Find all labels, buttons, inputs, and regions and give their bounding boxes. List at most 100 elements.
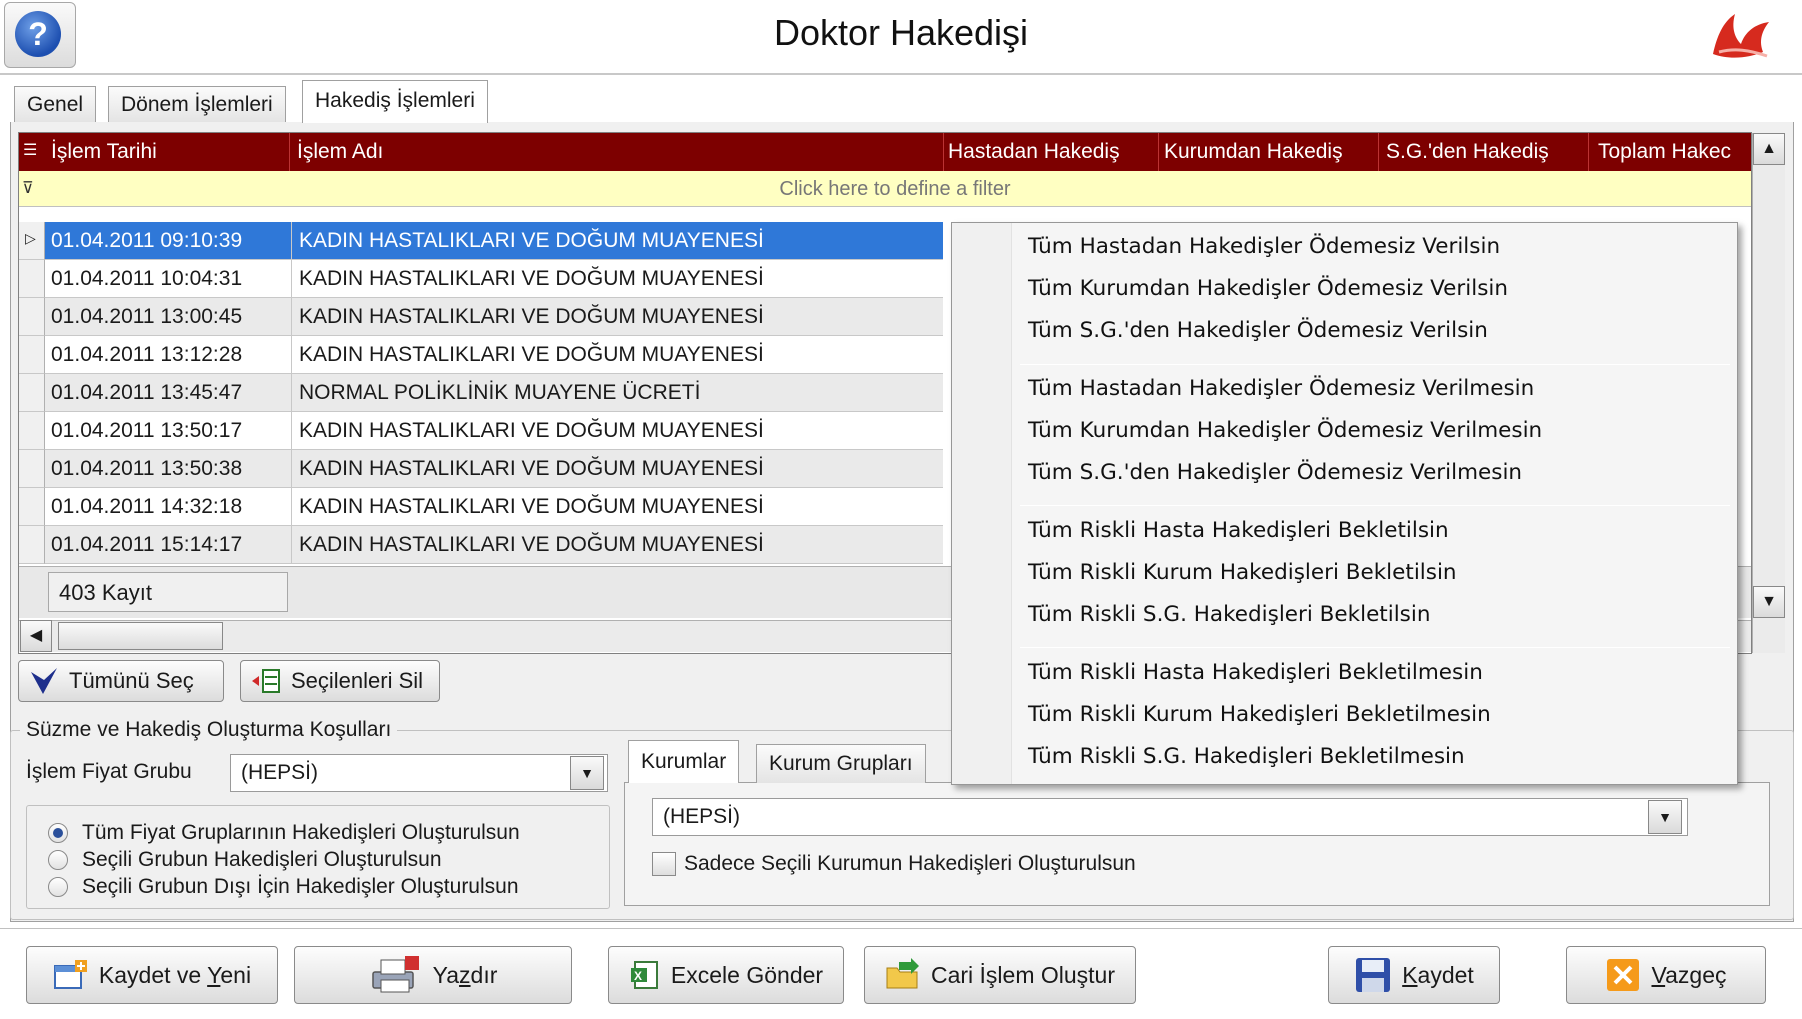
menu-separator [1020, 647, 1730, 648]
label-part: Ya [432, 961, 460, 988]
header-separator [0, 73, 1802, 75]
menu-item-riskli-sg-bekletilsin[interactable]: Tüm Riskli S.G. Hakedişleri Bekletilsin [1028, 596, 1728, 634]
context-menu-gutter [952, 223, 1012, 784]
row-indicator[interactable] [19, 412, 45, 450]
price-group-combo[interactable]: (HEPSİ) [230, 754, 608, 792]
row-indicator[interactable] [19, 488, 45, 526]
cancel-button[interactable]: Vazgeç [1566, 946, 1766, 1004]
table-row[interactable]: 01.04.2011 13:12:28 KADIN HASTALIKLARI V… [45, 336, 943, 374]
menu-item-riskli-sg-bekletilmesin[interactable]: Tüm Riskli S.G. Hakedişleri Bekletilmesi… [1028, 738, 1728, 776]
cell-divider [291, 488, 292, 526]
column-hastadan-hakedis[interactable]: Hastadan Hakediş [948, 133, 1153, 171]
radio-outside-selected-group[interactable] [48, 877, 68, 897]
column-chooser-icon[interactable]: ☰ [23, 140, 39, 162]
header-divider [1158, 133, 1159, 171]
scroll-left-icon[interactable]: ◀ [20, 620, 52, 652]
cell-date: 01.04.2011 13:50:17 [51, 419, 243, 442]
table-row[interactable]: 01.04.2011 13:00:45 KADIN HASTALIKLARI V… [45, 298, 943, 336]
radio-all-price-groups-label[interactable]: Tüm Fiyat Gruplarının Hakedişleri Oluştu… [82, 821, 520, 845]
cell-date: 01.04.2011 13:00:45 [51, 305, 243, 328]
create-cari-transaction-button[interactable]: Cari İşlem Oluştur [864, 946, 1136, 1004]
record-count: 403 Kayıt [48, 572, 288, 612]
table-row[interactable]: 01.04.2011 13:50:38 KADIN HASTALIKLARI V… [45, 450, 943, 488]
header-divider [289, 133, 290, 171]
column-islem-tarihi[interactable]: İşlem Tarihi [51, 133, 291, 171]
table-row[interactable]: 01.04.2011 13:50:17 KADIN HASTALIKLARI V… [45, 412, 943, 450]
menu-item-kurumdan-odemesiz-verilmesin[interactable]: Tüm Kurumdan Hakedişler Ödemesiz Verilme… [1028, 412, 1728, 450]
cell-name: NORMAL POLİKLİNİK MUAYENE ÜCRETİ [299, 381, 701, 404]
only-selected-label[interactable]: Sadece Seçili Kurumun Hakedişleri Oluştu… [684, 852, 1136, 876]
cell-date: 01.04.2011 13:12:28 [51, 343, 243, 366]
filter-placeholder[interactable]: Click here to define a filter [40, 171, 1750, 207]
cell-name: KADIN HASTALIKLARI VE DOĞUM MUAYENESİ [299, 267, 764, 290]
cell-divider [291, 412, 292, 450]
row-indicator[interactable] [19, 526, 45, 564]
row-indicator[interactable]: ▷ [19, 222, 45, 260]
table-row[interactable]: 01.04.2011 10:04:31 KADIN HASTALIKLARI V… [45, 260, 943, 298]
row-indicator[interactable] [19, 298, 45, 336]
menu-item-riskli-kurum-bekletilmesin[interactable]: Tüm Riskli Kurum Hakedişleri Bekletilmes… [1028, 696, 1728, 734]
cell-name: KADIN HASTALIKLARI VE DOĞUM MUAYENESİ [299, 457, 764, 480]
filter-icon: ⊽ [22, 180, 34, 197]
create-cari-transaction-label: Cari İşlem Oluştur [930, 961, 1116, 988]
scroll-down-icon[interactable]: ▼ [1753, 586, 1785, 618]
menu-item-riskli-kurum-bekletilsin[interactable]: Tüm Riskli Kurum Hakedişleri Bekletilsin [1028, 554, 1728, 592]
menu-item-riskli-hasta-bekletilmesin[interactable]: Tüm Riskli Hasta Hakedişleri Bekletilmes… [1028, 654, 1728, 692]
cell-divider [291, 222, 292, 260]
menu-item-hastadan-odemesiz-verilmesin[interactable]: Tüm Hastadan Hakedişler Ödemesiz Verilme… [1028, 370, 1728, 408]
radio-outside-selected-group-label[interactable]: Seçili Grubun Dışı İçin Hakedişler Oluşt… [82, 875, 519, 899]
cell-date: 01.04.2011 13:50:38 [51, 457, 243, 480]
row-indicator[interactable] [19, 336, 45, 374]
institution-combo[interactable]: (HEPSİ) [652, 798, 1688, 836]
radio-selected-group[interactable] [48, 850, 68, 870]
menu-item-sg-odemesiz-verilmesin[interactable]: Tüm S.G.'den Hakedişler Ödemesiz Verilme… [1028, 454, 1728, 492]
radio-selected-group-label[interactable]: Seçili Grubun Hakedişleri Oluşturulsun [82, 848, 442, 872]
price-group-value: (HEPSİ) [241, 761, 319, 784]
select-all-button[interactable]: Tümünü Seç [18, 660, 224, 702]
new-document-icon [53, 960, 87, 989]
cell-name: KADIN HASTALIKLARI VE DOĞUM MUAYENESİ [299, 305, 764, 328]
scroll-up-icon[interactable]: ▲ [1753, 133, 1785, 165]
menu-item-hastadan-odemesiz-verilsin[interactable]: Tüm Hastadan Hakedişler Ödemesiz Verilsi… [1028, 228, 1728, 266]
save-and-new-label: Kaydet ve Yeni [98, 961, 251, 988]
export-excel-button[interactable]: X Excele Gönder [608, 946, 844, 1004]
row-indicator[interactable] [19, 374, 45, 412]
folder-arrow-icon [886, 958, 919, 989]
vertical-scrollbar[interactable] [1752, 133, 1785, 653]
checkmark-icon [31, 668, 57, 694]
table-row[interactable]: 01.04.2011 13:45:47 NORMAL POLİKLİNİK MU… [45, 374, 943, 412]
label-part: Kaydet ve [98, 961, 208, 988]
delete-selected-label: Seçilenleri Sil [291, 668, 424, 693]
row-indicator[interactable] [19, 260, 45, 298]
cell-divider [291, 260, 292, 298]
save-and-new-button[interactable]: Kaydet ve Yeni [26, 946, 278, 1004]
dropdown-arrow-icon[interactable]: ▼ [570, 756, 604, 790]
tab-donem-islemleri[interactable]: Dönem İşlemleri [108, 86, 286, 122]
radio-all-price-groups[interactable] [48, 823, 68, 843]
column-sg-den-hakedis[interactable]: S.G.'den Hakediş [1386, 133, 1586, 171]
tab-kurum-gruplari[interactable]: Kurum Grupları [756, 744, 926, 783]
print-button[interactable]: Yazdır [294, 946, 572, 1004]
delete-selected-button[interactable]: Seçilenleri Sil [240, 660, 440, 702]
save-button[interactable]: Kaydet [1328, 946, 1500, 1004]
only-selected-checkbox[interactable] [652, 852, 676, 876]
table-row[interactable]: 01.04.2011 14:32:18 KADIN HASTALIKLARI V… [45, 488, 943, 526]
horizontal-scroll-thumb[interactable] [58, 622, 223, 650]
cell-name: KADIN HASTALIKLARI VE DOĞUM MUAYENESİ [299, 495, 764, 518]
tab-kurumlar[interactable]: Kurumlar [628, 740, 740, 783]
row-indicator[interactable] [19, 450, 45, 488]
menu-item-riskli-hasta-bekletilsin[interactable]: Tüm Riskli Hasta Hakedişleri Bekletilsin [1028, 512, 1728, 550]
tab-hakedis-islemleri[interactable]: Hakediş İşlemleri [302, 80, 488, 123]
cell-name: KADIN HASTALIKLARI VE DOĞUM MUAYENESİ [299, 343, 764, 366]
column-toplam-hakedis[interactable]: Toplam Hakec [1598, 133, 1748, 171]
menu-item-sg-odemesiz-verilsin[interactable]: Tüm S.G.'den Hakedişler Ödemesiz Verilsi… [1028, 312, 1728, 350]
column-islem-adi[interactable]: İşlem Adı [297, 133, 937, 171]
column-kurumdan-hakedis[interactable]: Kurumdan Hakediş [1164, 133, 1374, 171]
dropdown-arrow-icon[interactable]: ▼ [1648, 800, 1682, 834]
table-row[interactable]: 01.04.2011 15:14:17 KADIN HASTALIKLARI V… [45, 526, 943, 564]
menu-item-kurumdan-odemesiz-verilsin[interactable]: Tüm Kurumdan Hakedişler Ödemesiz Verilsi… [1028, 270, 1728, 308]
cancel-label: Vazgeç [1651, 963, 1726, 987]
print-label: Yazdır [432, 961, 498, 988]
tab-genel[interactable]: Genel [14, 86, 97, 122]
table-row[interactable]: 01.04.2011 09:10:39 KADIN HASTALIKLARI V… [45, 222, 943, 260]
